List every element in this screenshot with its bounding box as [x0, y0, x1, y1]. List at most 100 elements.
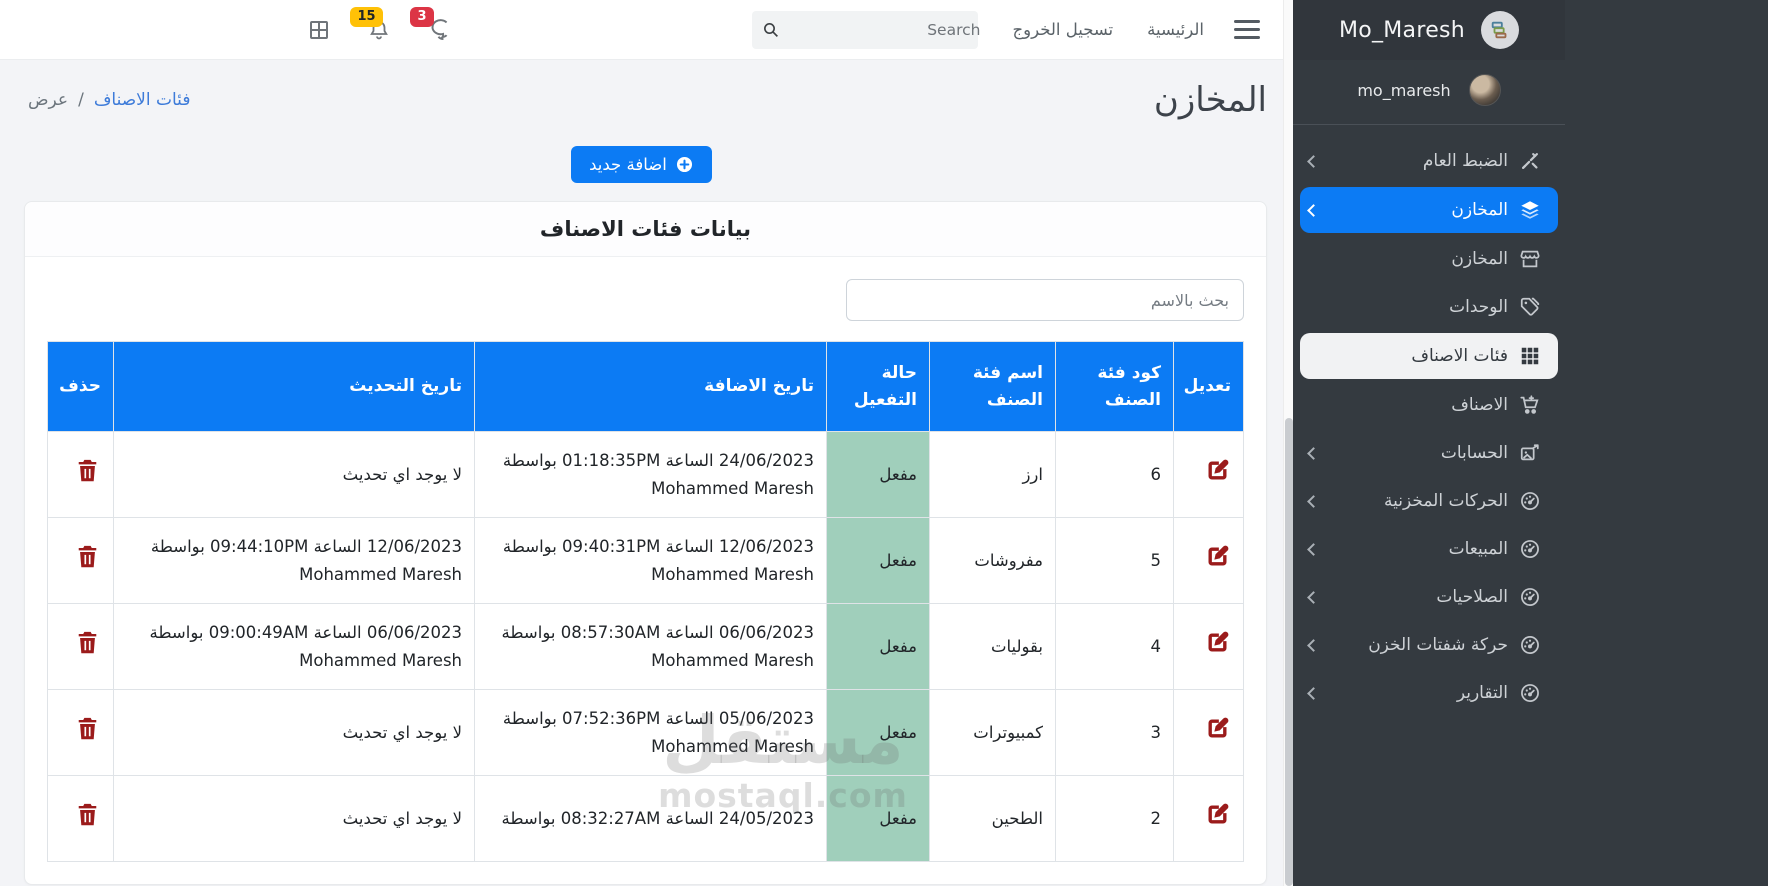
date-added-cell: 06/06/2023 الساعة 08:57:30AM بواسطة Moha… — [474, 603, 827, 690]
trash-icon — [74, 629, 101, 656]
edit-cell — [1173, 431, 1244, 518]
edit-icon — [1204, 715, 1231, 742]
messages-badge: 3 — [410, 6, 434, 27]
edit-button[interactable] — [1204, 457, 1231, 484]
notifications-icon[interactable]: 15 — [350, 6, 394, 45]
date-updated-cell: لا يوجد اي تحديث — [113, 689, 475, 776]
name-search-input[interactable] — [846, 279, 1244, 321]
edit-cell — [1173, 689, 1244, 776]
store-icon — [1519, 248, 1541, 270]
chevron-left-icon — [1307, 590, 1320, 604]
main-area: الرئيسية تسجيل الخروج 3 15 المخ — [0, 0, 1283, 886]
sidebar-item[interactable]: الضبط العام — [1293, 137, 1565, 185]
sidebar-item[interactable]: حركة شفتات الخزن — [1293, 621, 1565, 669]
edit-cell — [1173, 775, 1244, 862]
apps-grid-icon[interactable] — [304, 15, 334, 45]
edit-icon — [1204, 543, 1231, 570]
status-cell: مفعل — [826, 431, 930, 518]
sidebar-user[interactable]: mo_maresh — [1293, 60, 1565, 125]
scrollbar-thumb[interactable] — [1285, 418, 1293, 886]
sidebar-item[interactable]: الصلاحيات — [1293, 573, 1565, 621]
category-code-cell: 6 — [1055, 431, 1174, 518]
card-title: بيانات فئات الاصناف — [539, 217, 752, 241]
sidebar-item[interactable]: التقارير — [1293, 669, 1565, 717]
category-code-cell: 4 — [1055, 603, 1174, 690]
delete-button[interactable] — [74, 629, 101, 656]
table-row: 6 ارز مفعل 24/06/2023 الساعة 01:18:35PM … — [47, 431, 1244, 518]
chevron-left-icon — [1307, 542, 1320, 556]
date-added-cell: 12/06/2023 الساعة 09:40:31PM بواسطة Moha… — [474, 517, 827, 604]
delete-cell — [47, 517, 114, 604]
table-row: 2 الطحين مفعل 24/05/2023 الساعة 08:32:27… — [47, 775, 1244, 862]
home-link[interactable]: الرئيسية — [1147, 20, 1204, 39]
sidebar: Mo_Maresh mo_maresh الضبط العام المخازن … — [1293, 0, 1768, 886]
grid-icon — [1519, 345, 1541, 367]
card-header: بيانات فئات الاصناف — [25, 202, 1266, 257]
sidebar-item[interactable]: الحركات المخزنية — [1293, 477, 1565, 525]
table-row: 3 كمبيوترات مفعل 05/06/2023 الساعة 07:52… — [47, 689, 1244, 776]
category-name-cell: كمبيوترات — [929, 689, 1056, 776]
page-content: المخازن فئات الاصناف / عرض اضافة جديد بي — [0, 60, 1283, 886]
delete-cell — [47, 603, 114, 690]
add-new-button[interactable]: اضافة جديد — [571, 146, 712, 183]
page-scrollbar[interactable] — [1283, 0, 1293, 886]
table-row: 4 بقوليات مفعل 06/06/2023 الساعة 08:57:3… — [47, 603, 1244, 690]
status-cell: مفعل — [826, 775, 930, 862]
delete-cell — [47, 689, 114, 776]
category-code-cell: 2 — [1055, 775, 1174, 862]
delete-cell — [47, 775, 114, 862]
column-header-added: تاريخ الاضافة — [474, 341, 827, 432]
username-label: mo_maresh — [1357, 80, 1451, 100]
table-body: 6 ارز مفعل 24/06/2023 الساعة 01:18:35PM … — [47, 431, 1244, 862]
column-header-code: كود فئة الصنف — [1055, 341, 1174, 432]
breadcrumb-current: عرض — [28, 90, 69, 110]
brand-name: Mo_Maresh — [1338, 17, 1466, 43]
edit-cell — [1173, 603, 1244, 690]
trash-icon — [74, 543, 101, 570]
category-name-cell: الطحين — [929, 775, 1056, 862]
sidebar-item[interactable]: الوحدات — [1293, 283, 1565, 331]
plus-circle-icon — [675, 155, 694, 174]
sidebar-item[interactable]: المخازن — [1293, 235, 1565, 283]
app-root: Mo_Maresh mo_maresh الضبط العام المخازن … — [0, 0, 1768, 886]
logout-link[interactable]: تسجيل الخروج — [1012, 20, 1113, 39]
column-header-updated: تاريخ التحديث — [113, 341, 475, 432]
sidebar-item[interactable]: الحسابات — [1293, 429, 1565, 477]
global-search[interactable] — [752, 10, 985, 49]
breadcrumb-link[interactable]: فئات الاصناف — [94, 90, 191, 110]
sidebar-item[interactable]: المخازن — [1300, 187, 1558, 233]
delete-button[interactable] — [74, 543, 101, 570]
edit-button[interactable] — [1204, 801, 1231, 828]
edit-button[interactable] — [1204, 543, 1231, 570]
edit-button[interactable] — [1204, 629, 1231, 656]
category-name-cell: مفروشات — [929, 517, 1056, 604]
sidebar-item[interactable]: الاصناف — [1293, 381, 1565, 429]
chevron-left-icon — [1307, 446, 1320, 460]
delete-button[interactable] — [74, 715, 101, 742]
edit-button[interactable] — [1204, 715, 1231, 742]
column-header-status: حالة التفعيل — [826, 341, 930, 432]
gauge-icon — [1519, 682, 1541, 704]
category-code-cell: 3 — [1055, 689, 1174, 776]
trash-icon — [74, 715, 101, 742]
edit-icon — [1204, 801, 1231, 828]
menu-toggle-icon[interactable] — [1234, 20, 1260, 39]
delete-button[interactable] — [74, 457, 101, 484]
edit-icon — [1204, 457, 1231, 484]
column-header-edit: تعديل — [1173, 341, 1244, 432]
search-input[interactable] — [780, 20, 985, 39]
chevron-left-icon — [1307, 638, 1320, 652]
chevron-left-icon — [1307, 494, 1320, 508]
status-cell: مفعل — [826, 517, 930, 604]
messages-icon[interactable]: 3 — [410, 6, 454, 45]
delete-button[interactable] — [74, 801, 101, 828]
sidebar-item[interactable]: فئات الاصناف — [1300, 333, 1558, 379]
sidebar-item[interactable]: المبيعات — [1293, 525, 1565, 573]
sidebar-inner: Mo_Maresh mo_maresh الضبط العام المخازن … — [1293, 0, 1565, 886]
date-updated-cell: 06/06/2023 الساعة 09:00:49AM بواسطة Moha… — [113, 603, 475, 690]
category-name-cell: ارز — [929, 431, 1056, 518]
date-added-cell: 24/06/2023 الساعة 01:18:35PM بواسطة Moha… — [474, 431, 827, 518]
gauge-icon — [1519, 490, 1541, 512]
user-avatar — [1468, 74, 1501, 106]
status-cell: مفعل — [826, 603, 930, 690]
